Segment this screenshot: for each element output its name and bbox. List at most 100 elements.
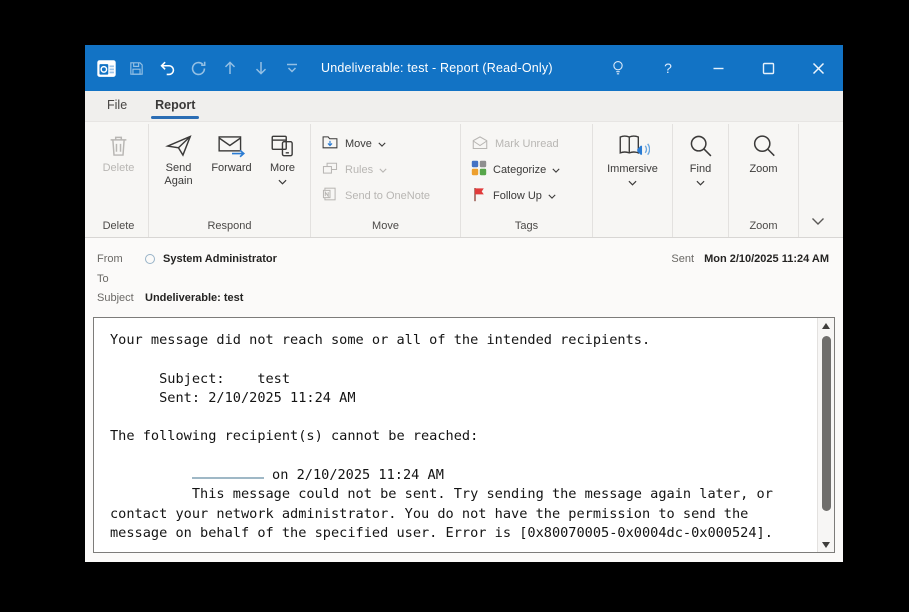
tab-report[interactable]: Report (141, 91, 209, 121)
message-line: Your message did not reach some or all o… (110, 331, 813, 350)
send-again-icon (164, 132, 194, 159)
group-label-find (673, 231, 728, 237)
message-text[interactable]: Your message did not reach some or all o… (94, 318, 817, 552)
vertical-scrollbar[interactable] (817, 318, 834, 552)
chevron-down-icon (696, 180, 705, 186)
triangle-down-icon (822, 542, 830, 548)
ribbon-group-move: Move Rules (311, 124, 461, 237)
ribbon-group-respond: Send Again Forward More (149, 124, 311, 237)
chevron-down-icon (628, 180, 637, 186)
message-line-redacted: on 2/10/2025 11:24 AM (110, 466, 813, 485)
ribbon-group-delete: Delete Delete (89, 124, 149, 237)
categorize-button[interactable]: Categorize (471, 158, 560, 181)
from-label: From (97, 253, 145, 265)
find-button[interactable]: Find (677, 129, 725, 231)
undo-button[interactable] (152, 52, 183, 84)
title-bar-controls: ? (593, 45, 843, 91)
group-label-move: Move (311, 219, 460, 237)
close-button[interactable] (793, 45, 843, 91)
magnifier-icon (750, 132, 778, 160)
sent-block: Sent Mon 2/10/2025 11:24 AM (671, 253, 829, 265)
lightbulb-button[interactable] (593, 45, 643, 91)
help-label: ? (664, 60, 672, 76)
rules-button[interactable]: Rules (321, 158, 387, 181)
chevron-down-icon (552, 164, 560, 176)
group-label-delete: Delete (89, 219, 148, 237)
sent-value: Mon 2/10/2025 11:24 AM (704, 253, 829, 265)
more-respond-button[interactable]: More (260, 129, 306, 219)
subject-label: Subject (97, 292, 145, 304)
sent-label: Sent (671, 253, 694, 265)
customize-qat-button[interactable] (276, 52, 307, 84)
from-row: From System Administrator Sent Mon 2/10/… (97, 248, 829, 269)
devices-icon (269, 132, 297, 159)
message-line (110, 350, 813, 369)
help-button[interactable]: ? (643, 45, 693, 91)
move-button[interactable]: Move (321, 132, 386, 155)
presence-icon (145, 254, 155, 264)
message-line (110, 447, 813, 466)
message-line: Subject: test (110, 370, 813, 389)
message-box: Your message did not reach some or all o… (93, 317, 835, 553)
scrollbar-track[interactable] (818, 333, 834, 537)
immersive-button[interactable]: Immersive (597, 129, 669, 231)
ribbon-tabs: File Report (85, 91, 843, 122)
previous-item-button[interactable] (214, 52, 245, 84)
message-header: From System Administrator Sent Mon 2/10/… (85, 238, 843, 314)
maximize-button[interactable] (743, 45, 793, 91)
chevron-down-icon (278, 179, 287, 185)
trash-icon (105, 132, 132, 159)
mark-unread-icon (471, 135, 489, 153)
message-line (110, 408, 813, 427)
forward-button[interactable]: Forward (206, 129, 258, 219)
collapse-ribbon-button[interactable] (801, 217, 839, 237)
to-row: To (97, 269, 829, 288)
follow-up-flag-icon (471, 186, 487, 205)
rules-icon (321, 160, 339, 179)
send-again-button[interactable]: Send Again (154, 129, 204, 219)
subject-row: Subject Undeliverable: test (97, 288, 829, 307)
scroll-down-button[interactable] (818, 537, 834, 552)
next-item-button[interactable] (245, 52, 276, 84)
categorize-icon (471, 160, 487, 179)
move-folder-icon (321, 134, 339, 153)
to-label: To (97, 273, 145, 285)
immersive-reader-icon (616, 132, 650, 160)
ribbon-group-immersive: Immersive (593, 124, 673, 237)
forward-envelope-icon (217, 132, 247, 159)
group-label-tags: Tags (461, 219, 592, 237)
message-body-area: Your message did not reach some or all o… (85, 314, 843, 562)
outlook-app-icon (91, 52, 121, 84)
outlook-report-window: Undeliverable: test - Report (Read-Only)… (85, 45, 843, 562)
title-bar: Undeliverable: test - Report (Read-Only)… (85, 45, 843, 91)
ribbon: Delete Delete Send Again Forward (85, 122, 843, 238)
delete-button[interactable]: Delete (103, 129, 135, 219)
chevron-down-icon (548, 190, 556, 202)
message-line: Sent: 2/10/2025 11:24 AM (110, 389, 813, 408)
redo-button[interactable] (183, 52, 214, 84)
save-button[interactable] (121, 52, 152, 84)
ribbon-group-find: Find (673, 124, 729, 237)
chevron-down-icon (378, 138, 386, 150)
tab-file[interactable]: File (93, 91, 141, 121)
send-to-onenote-button[interactable]: Send to OneNote (321, 184, 430, 207)
redacted-rest: on 2/10/2025 11:24 AM (264, 467, 444, 483)
scroll-up-button[interactable] (818, 318, 834, 333)
onenote-icon (321, 186, 339, 205)
from-contact[interactable]: System Administrator (145, 253, 277, 265)
from-value: System Administrator (163, 253, 277, 265)
group-label-respond: Respond (149, 219, 310, 237)
scrollbar-thumb[interactable] (822, 336, 831, 511)
mark-unread-button[interactable]: Mark Unread (471, 132, 559, 155)
zoom-button[interactable]: Zoom (737, 129, 791, 219)
message-line: contact your network administrator. You … (110, 505, 813, 524)
window-title: Undeliverable: test - Report (Read-Only) (321, 61, 553, 75)
ribbon-group-tags: Mark Unread Categorize Follow Up (461, 124, 593, 237)
message-line: message on behalf of the specified user.… (110, 524, 813, 543)
subject-value: Undeliverable: test (145, 292, 243, 304)
minimize-button[interactable] (693, 45, 743, 91)
follow-up-button[interactable]: Follow Up (471, 184, 556, 207)
message-line: The following recipient(s) cannot be rea… (110, 427, 813, 446)
group-label-immersive (593, 231, 672, 237)
redacted-indent (110, 467, 192, 483)
